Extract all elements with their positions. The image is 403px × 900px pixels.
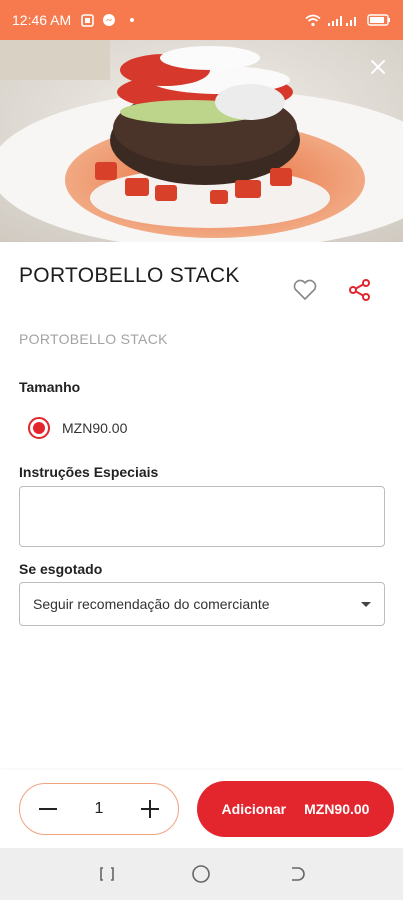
system-icons [305, 14, 391, 27]
instructions-label: Instruções Especiais [19, 464, 159, 480]
back-icon [291, 867, 305, 881]
recent-apps-button[interactable] [94, 861, 120, 887]
share-button[interactable] [347, 277, 373, 303]
sold-out-label: Se esgotado [19, 561, 103, 577]
home-button[interactable] [188, 861, 214, 887]
product-detail-screen: 12:46 AM PORTOBELLO STACK PORTOBELLO STA… [0, 0, 403, 900]
increase-button[interactable] [136, 795, 164, 823]
share-icon [349, 279, 370, 301]
add-button-price: MZN90.00 [304, 801, 370, 817]
minus-icon [39, 808, 57, 810]
recent-apps-icon [100, 867, 114, 881]
add-button-label: Adicionar [221, 801, 287, 817]
decrease-button[interactable] [34, 795, 62, 823]
home-icon [192, 865, 211, 883]
product-subtitle: PORTOBELLO STACK [19, 331, 168, 347]
system-nav-bar [0, 848, 403, 900]
dropdown-caret-icon [361, 601, 371, 607]
sold-out-select[interactable]: Seguir recomendação do comerciante [19, 582, 385, 626]
plus-icon [141, 800, 159, 818]
size-option[interactable]: MZN90.00 [28, 417, 127, 439]
product-image [0, 40, 403, 242]
radio-selected-icon[interactable] [28, 417, 50, 439]
instructions-input[interactable] [19, 486, 385, 547]
wifi-icon [305, 14, 321, 26]
notification-icons [81, 13, 135, 27]
close-icon [371, 60, 385, 74]
size-option-price: MZN90.00 [62, 420, 128, 436]
quantity-stepper: 1 [19, 783, 179, 835]
add-to-cart-button[interactable]: Adicionar MZN90.00 [197, 781, 394, 837]
status-time: 12:46 AM [12, 12, 72, 28]
heart-icon [293, 279, 317, 300]
sim-icon [81, 13, 94, 27]
close-button[interactable] [367, 56, 389, 78]
battery-icon [367, 14, 390, 26]
food-photo [0, 40, 403, 242]
product-title: PORTOBELLO STACK [19, 264, 240, 287]
quantity-value: 1 [94, 800, 104, 817]
back-button[interactable] [283, 861, 309, 887]
size-label: Tamanho [19, 379, 81, 395]
signal-icon [328, 15, 356, 26]
sold-out-selected-value: Seguir recomendação do comerciante [33, 596, 270, 612]
status-bar: 12:46 AM [0, 0, 403, 40]
dot-icon [130, 18, 135, 22]
favorite-button[interactable] [292, 278, 318, 302]
messenger-icon [103, 14, 116, 26]
